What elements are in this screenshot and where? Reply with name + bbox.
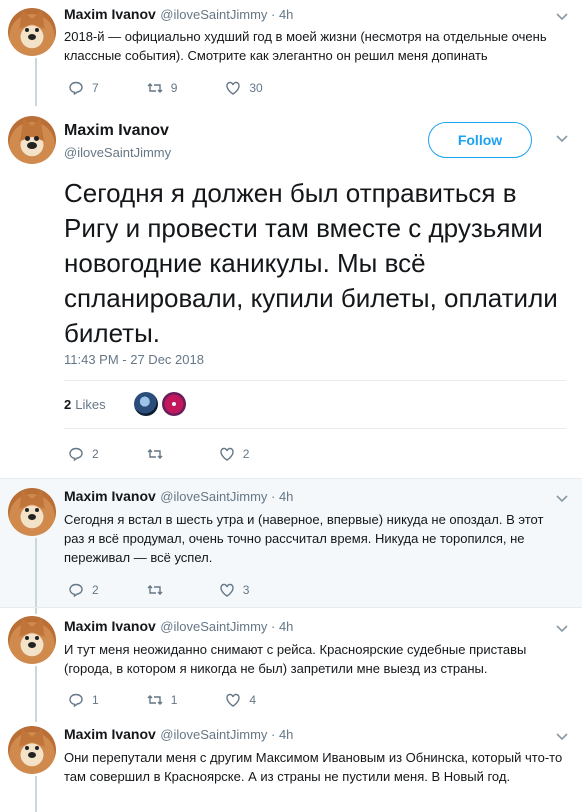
thread-line [35, 776, 37, 812]
divider [64, 380, 566, 381]
like-icon [219, 447, 234, 461]
like-button[interactable]: 2 [219, 446, 250, 462]
avatar[interactable] [8, 616, 56, 664]
like-count: 30 [249, 81, 263, 95]
tweet-text: Сегодня я встал в шесть утра и (наверное… [64, 512, 544, 565]
like-icon [226, 81, 241, 95]
thread-line [35, 538, 37, 614]
reply-icon [69, 81, 83, 96]
retweet-button[interactable]: 9 [147, 80, 178, 96]
like-icon [226, 693, 241, 707]
reply-button[interactable]: 2 [68, 582, 99, 598]
retweet-count: 9 [170, 81, 178, 95]
like-count: 3 [242, 583, 250, 597]
retweet-button[interactable]: 1 [147, 692, 178, 708]
reply-count: 2 [92, 583, 99, 597]
like-button[interactable]: 30 [225, 80, 263, 96]
likes-label[interactable]: Likes [75, 397, 105, 412]
liker-avatar[interactable] [161, 392, 186, 416]
author-handle[interactable]: @iloveSaintJimmy · 4h [160, 727, 293, 742]
like-count: 4 [249, 693, 257, 707]
avatar[interactable] [8, 8, 56, 56]
tweet-text: И тут меня неожиданно снимают с рейса. К… [64, 642, 527, 676]
avatar[interactable] [8, 488, 56, 536]
retweet-icon [147, 83, 163, 93]
reply-count: 1 [92, 693, 99, 707]
caret-down-icon[interactable] [556, 132, 568, 143]
divider [0, 607, 582, 608]
caret-down-icon[interactable] [556, 730, 568, 741]
caret-down-icon[interactable] [556, 492, 568, 503]
likes-count[interactable]: 2 [64, 397, 71, 412]
retweet-icon [147, 585, 163, 595]
divider [64, 428, 566, 429]
author-name[interactable]: Maxim Ivanov [64, 122, 169, 140]
author-name[interactable]: Maxim Ivanov [64, 726, 156, 742]
retweet-icon [147, 449, 163, 459]
thread-line [35, 666, 37, 722]
like-icon [219, 583, 234, 597]
avatar[interactable] [8, 726, 56, 774]
reply-button[interactable]: 2 [68, 446, 99, 462]
timestamp[interactable]: 11:43 PM - 27 Dec 2018 [64, 352, 204, 367]
retweet-count: 1 [170, 693, 178, 707]
caret-down-icon[interactable] [556, 622, 568, 633]
author-name[interactable]: Maxim Ivanov [64, 618, 156, 634]
reply-icon [69, 447, 83, 462]
reply-icon [69, 693, 83, 708]
caret-down-icon[interactable] [556, 10, 568, 21]
author-handle[interactable]: @iloveSaintJimmy · 4h [160, 7, 293, 22]
like-button[interactable]: 4 [225, 692, 256, 708]
avatar[interactable] [8, 116, 56, 164]
reply-count: 7 [92, 81, 99, 95]
liker-avatar[interactable] [133, 392, 158, 416]
author-handle[interactable]: @iloveSaintJimmy [64, 145, 171, 160]
author-name[interactable]: Maxim Ivanov [64, 488, 156, 504]
author-handle[interactable]: @iloveSaintJimmy · 4h [160, 489, 293, 504]
tweet-text: Сегодня я должен был отправиться в Ригу … [64, 178, 558, 348]
retweet-button[interactable] [147, 582, 171, 598]
reply-icon [69, 583, 83, 598]
like-count: 2 [242, 447, 250, 461]
tweet-text: 2018-й — официально худший год в моей жи… [64, 29, 547, 63]
author-name[interactable]: Maxim Ivanov [64, 6, 156, 22]
retweet-icon [147, 695, 163, 705]
like-button[interactable]: 3 [219, 582, 250, 598]
reply-button[interactable]: 1 [68, 692, 99, 708]
tweet-text: Они перепутали меня с другим Максимом Ив… [64, 750, 563, 784]
author-handle[interactable]: @iloveSaintJimmy · 4h [160, 619, 293, 634]
follow-button[interactable]: Follow [428, 122, 532, 158]
reply-button[interactable]: 7 [68, 80, 99, 96]
thread-line [35, 58, 37, 106]
retweet-button[interactable] [147, 446, 171, 462]
reply-count: 2 [92, 447, 99, 461]
